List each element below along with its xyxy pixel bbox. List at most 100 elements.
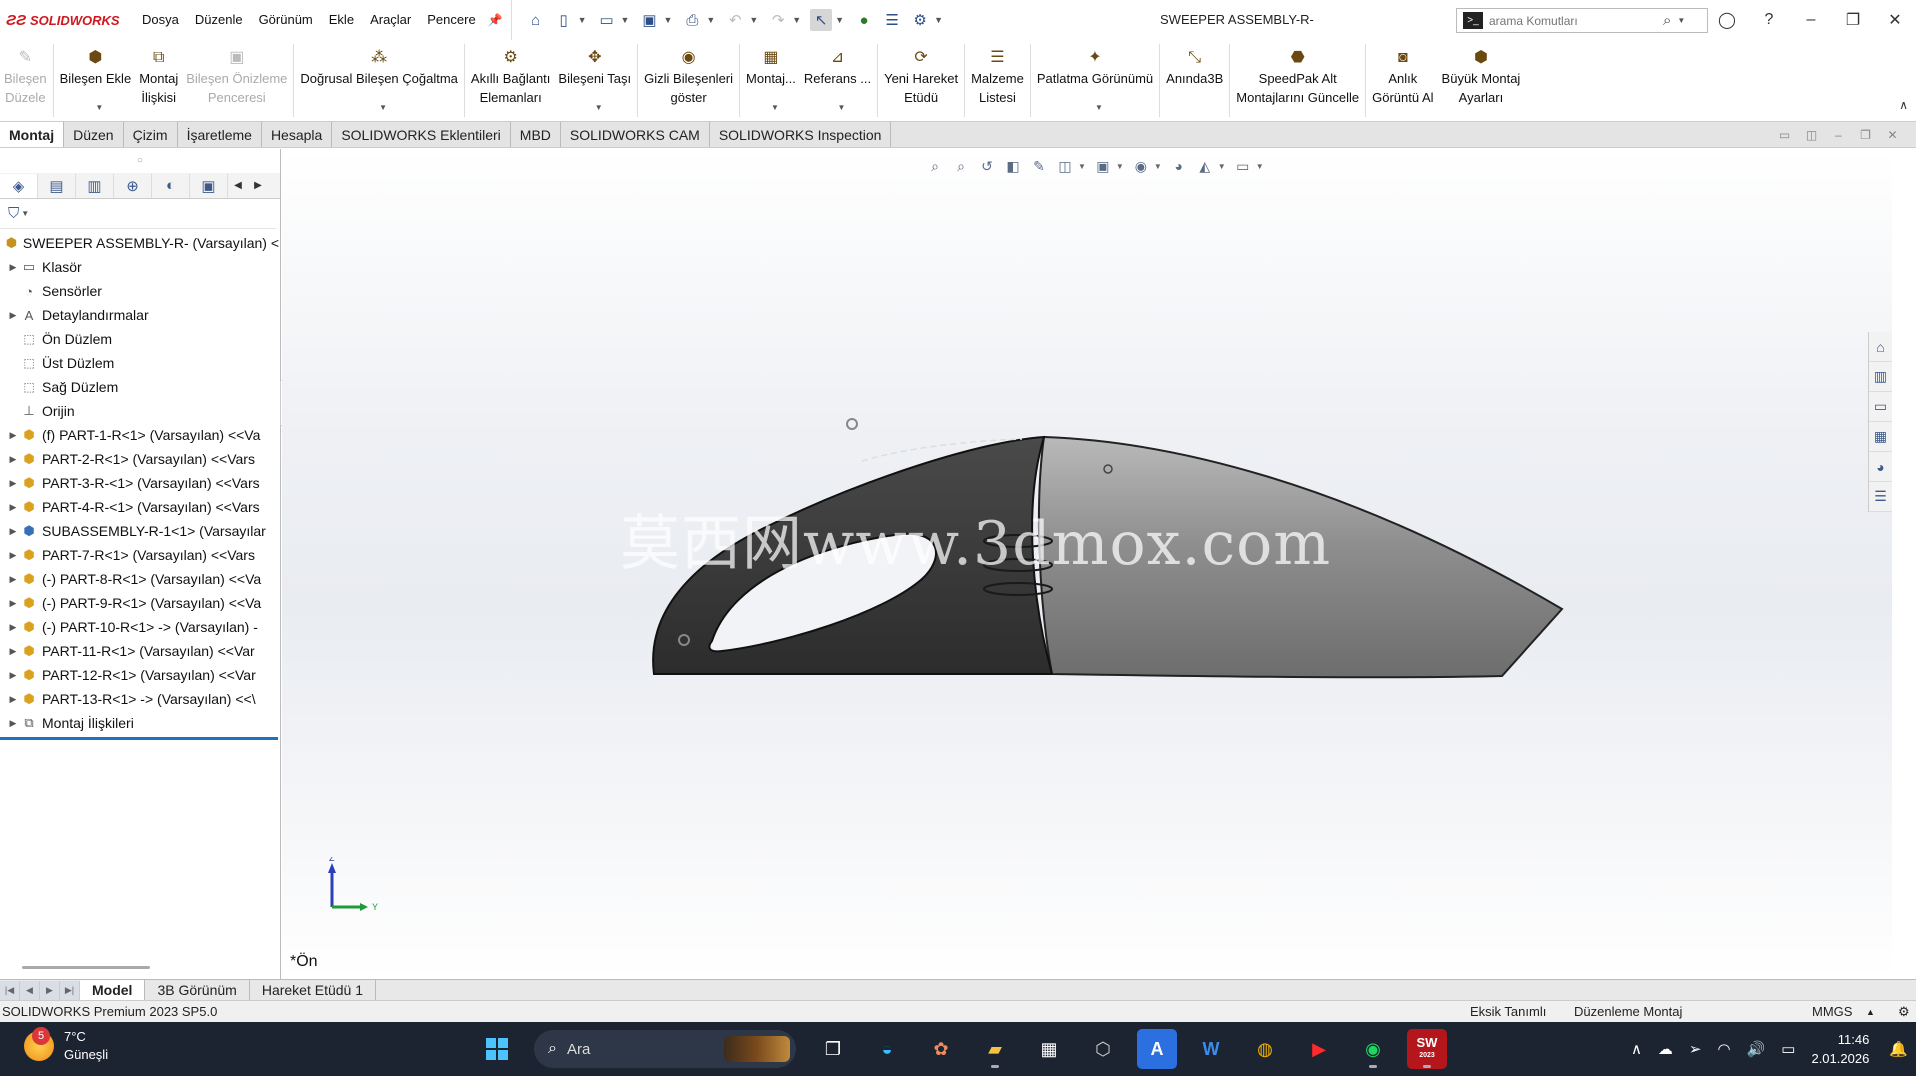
volume-icon[interactable]: 🔊: [1747, 1040, 1766, 1058]
rebuild-icon[interactable]: ●: [853, 9, 875, 31]
tray-overflow-chevron-icon[interactable]: ∧: [1631, 1040, 1642, 1058]
tree-item[interactable]: ⊥ Orijin: [0, 399, 279, 423]
ribbon-edit-component-button[interactable]: ✎ Bileşen Düzele: [0, 40, 51, 121]
configuration-manager-tab-icon[interactable]: ▥: [76, 173, 114, 198]
menu-ekle[interactable]: Ekle: [321, 0, 362, 40]
spotify-icon[interactable]: ◉: [1353, 1029, 1393, 1069]
onedrive-cloud-icon[interactable]: ☁: [1658, 1040, 1673, 1058]
tab-command-2[interactable]: Çizim: [124, 122, 178, 147]
battery-icon[interactable]: ▭: [1781, 1040, 1795, 1058]
tree-rollback-bar[interactable]: [0, 737, 278, 740]
redo-dropdown-icon[interactable]: ▼: [792, 15, 801, 25]
options-dropdown-icon[interactable]: ▼: [934, 15, 943, 25]
tree-item[interactable]: ▶ ▭ Klasör: [0, 255, 279, 279]
tabs-scroll-right-icon[interactable]: ▶: [248, 180, 268, 191]
print-dropdown-icon[interactable]: ▼: [706, 15, 715, 25]
tree-item[interactable]: ▶ ⬢ SUBASSEMBLY-R-1<1> (Varsayılar: [0, 519, 279, 543]
expand-arrow-icon[interactable]: ▶: [6, 502, 20, 513]
tree-item[interactable]: ▶ A Detaylandırmalar: [0, 303, 279, 327]
close-icon[interactable]: ✕: [1874, 10, 1916, 30]
ribbon-move-component-button[interactable]: ✥ Bileşeni Taşı ▼: [554, 40, 635, 121]
tab-command-5[interactable]: SOLIDWORKS Eklentileri: [332, 122, 511, 147]
tab-command-4[interactable]: Hesapla: [262, 122, 333, 147]
tab-command-8[interactable]: SOLIDWORKS Inspection: [710, 122, 892, 147]
ribbon-show-hidden-button[interactable]: ◉ Gizli Bileşenleri göster: [640, 40, 737, 121]
expand-arrow-icon[interactable]: ▶: [6, 622, 20, 633]
microsoft-store-icon[interactable]: ▦: [1029, 1029, 1069, 1069]
tree-item[interactable]: ▶ ⬢ (f) PART-1-R<1> (Varsayılan) <<Va: [0, 423, 279, 447]
undo-dropdown-icon[interactable]: ▼: [749, 15, 758, 25]
tab-first-icon[interactable]: |◀: [0, 980, 20, 1000]
tab-bottom-0[interactable]: Model: [80, 979, 146, 1001]
affinity-designer-icon[interactable]: A: [1137, 1029, 1177, 1069]
expand-arrow-icon[interactable]: ▶: [6, 718, 20, 729]
ribbon-dropdown-icon[interactable]: ▼: [1095, 98, 1103, 117]
tree-item[interactable]: ▶ ⬢ (-) PART-8-R<1> (Varsayılan) <<Va: [0, 567, 279, 591]
open-dropdown-icon[interactable]: ▼: [621, 15, 630, 25]
cam-tab-icon[interactable]: ▣: [190, 173, 228, 198]
menu-gorunum[interactable]: Görünüm: [251, 0, 321, 40]
ribbon-large-assembly-button[interactable]: ⬢ Büyük Montaj Ayarları: [1438, 40, 1525, 121]
display-manager-tab-icon[interactable]: ◐: [152, 173, 190, 198]
tree-item[interactable]: ⬚ Üst Düzlem: [0, 351, 279, 375]
expand-arrow-icon[interactable]: ▶: [6, 598, 20, 609]
search-commands-input[interactable]: [1489, 13, 1659, 28]
expand-arrow-icon[interactable]: ▶: [6, 550, 20, 561]
tree-item[interactable]: ▶ ⬢ PART-11-R<1> (Varsayılan) <<Var: [0, 639, 279, 663]
tree-item[interactable]: ▶ ⬢ (-) PART-10-R<1> -> (Varsayılan) -: [0, 615, 279, 639]
tree-item[interactable]: ▶ ⬢ PART-4-R-<1> (Varsayılan) <<Vars: [0, 495, 279, 519]
weather-widget[interactable]: 5 7°C Güneşli: [24, 1027, 108, 1064]
tree-item[interactable]: ⬚ Sağ Düzlem: [0, 375, 279, 399]
solidworks-taskbar-icon[interactable]: SW 2023: [1407, 1029, 1447, 1069]
tree-item[interactable]: ▶ ⬢ PART-13-R<1> -> (Varsayılan) <<\: [0, 687, 279, 711]
graphics-area[interactable]: ⌕ ⌕ ↺ ◧ ✎ ◫ ▼ ▣ ▼ ◉ ▼ ◕ ◭ ▼ ▭ ▼ 莫西网www.3…: [282, 149, 1892, 979]
viewport-tile-icon[interactable]: ▭: [1771, 128, 1798, 142]
save-dropdown-icon[interactable]: ▼: [663, 15, 672, 25]
solidworks-resources-icon[interactable]: ⌂: [1869, 332, 1892, 362]
tab-command-1[interactable]: Düzen: [64, 122, 124, 147]
taskbar-clock[interactable]: 11:46 2.01.2026: [1811, 1030, 1869, 1068]
tab-command-0[interactable]: Montaj: [0, 122, 65, 147]
filter-icon[interactable]: ⛉: [8, 205, 19, 222]
select-arrow-icon[interactable]: ↖: [810, 9, 833, 31]
ribbon-linear-pattern-button[interactable]: ⁂ Doğrusal Bileşen Çoğaltma ▼: [296, 40, 462, 121]
expand-arrow-icon[interactable]: ▶: [6, 430, 20, 441]
word-icon[interactable]: W: [1191, 1029, 1231, 1069]
wifi-icon[interactable]: ◠: [1718, 1040, 1731, 1058]
menu-duzenle[interactable]: Düzenle: [187, 0, 251, 40]
tab-bottom-2[interactable]: Hareket Etüdü 1: [250, 979, 376, 1001]
expand-arrow-icon[interactable]: ▶: [6, 670, 20, 681]
reference-triad[interactable]: Z Y: [322, 857, 392, 917]
search-dropdown-icon[interactable]: ▼: [1677, 16, 1685, 25]
viewport-split-icon[interactable]: ◫: [1798, 128, 1825, 142]
tree-item[interactable]: ▶ ⬢ PART-2-R<1> (Varsayılan) <<Vars: [0, 447, 279, 471]
property-manager-tab-icon[interactable]: ▤: [38, 173, 76, 198]
menu-pencere[interactable]: Pencere: [419, 0, 483, 40]
ribbon-insert-component-button[interactable]: ⬢ Bileşen Ekle ▼: [56, 40, 136, 121]
tree-root-assembly[interactable]: ⬢ SWEEPER ASSEMBLY-R- (Varsayılan) <: [0, 231, 279, 255]
home-icon[interactable]: ⌂: [525, 9, 547, 31]
new-document-icon[interactable]: ▯: [553, 9, 575, 31]
expand-arrow-icon[interactable]: ▶: [6, 454, 20, 465]
tree-item[interactable]: ▶ ⬢ (-) PART-9-R<1> (Varsayılan) <<Va: [0, 591, 279, 615]
file-properties-icon[interactable]: ☰: [881, 9, 903, 31]
menu-dosya[interactable]: Dosya: [134, 0, 187, 40]
viewport-close-icon[interactable]: ✕: [1879, 128, 1906, 142]
restore-icon[interactable]: ❐: [1832, 10, 1874, 30]
feature-manager-tab-icon[interactable]: ◈: [0, 173, 38, 198]
select-dropdown-icon[interactable]: ▼: [835, 15, 844, 25]
viewport-minimize-icon[interactable]: –: [1825, 128, 1852, 142]
expand-arrow-icon[interactable]: ▶: [6, 694, 20, 705]
expand-arrow-icon[interactable]: ▶: [6, 646, 20, 657]
expand-arrow-icon[interactable]: ▶: [6, 262, 20, 273]
ribbon-dropdown-icon[interactable]: ▼: [771, 98, 779, 117]
new-dropdown-icon[interactable]: ▼: [578, 15, 587, 25]
panel-horizontal-scrollbar[interactable]: [22, 966, 150, 969]
status-units[interactable]: MMGS: [1812, 1001, 1852, 1023]
taskbar-search[interactable]: ⌕ Ara: [534, 1030, 796, 1068]
tabs-scroll-left-icon[interactable]: ◀: [228, 180, 248, 191]
tree-item[interactable]: ▶ ⬢ PART-12-R<1> (Varsayılan) <<Var: [0, 663, 279, 687]
dimxpert-tab-icon[interactable]: ⊕: [114, 173, 152, 198]
tree-item[interactable]: ▶ ⬢ PART-3-R-<1> (Varsayılan) <<Vars: [0, 471, 279, 495]
tree-item[interactable]: ▶ ⬢ PART-7-R<1> (Varsayılan) <<Vars: [0, 543, 279, 567]
